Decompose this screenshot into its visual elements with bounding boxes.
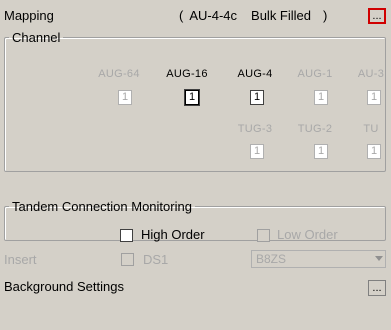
- aug64-spin[interactable]: 1: [118, 90, 132, 105]
- col-label-tug3: TUG-3: [237, 123, 273, 135]
- tug2-spin[interactable]: 1: [314, 144, 328, 159]
- insert-label: Insert: [4, 252, 37, 267]
- mapping-mode: Bulk Filled: [251, 8, 311, 23]
- col-label-tug2: TUG-2: [297, 123, 333, 135]
- aug4-spin[interactable]: 1: [250, 90, 264, 105]
- col-label-au3: AU-3: [357, 68, 385, 80]
- high-order-label: High Order: [141, 227, 205, 242]
- tandem-legend: Tandem Connection Monitoring: [12, 199, 192, 214]
- mapping-dots-button[interactable]: ...: [368, 8, 386, 24]
- chevron-down-icon: [375, 256, 383, 261]
- tug3-spin[interactable]: 1: [250, 144, 264, 159]
- ds1-label: DS1: [143, 252, 169, 267]
- col-label-tu: TU: [363, 123, 379, 135]
- col-label-aug16: AUG-16: [166, 68, 208, 80]
- background-settings-label: Background Settings: [4, 279, 124, 294]
- coding-select-value: B8ZS: [256, 252, 287, 266]
- col-label-aug4: AUG-4: [237, 68, 273, 80]
- col-label-aug1: AUG-1: [297, 68, 333, 80]
- high-order-checkbox[interactable]: [120, 229, 133, 242]
- aug1-spin[interactable]: 1: [314, 90, 328, 105]
- aug16-spin[interactable]: 1: [184, 89, 200, 106]
- tu-spin[interactable]: 1: [367, 144, 381, 159]
- mapping-close-paren: ): [323, 8, 328, 23]
- coding-select[interactable]: B8ZS: [251, 250, 386, 268]
- ds1-checkbox[interactable]: [121, 253, 134, 266]
- channel-legend: Channel: [12, 30, 61, 45]
- low-order-checkbox[interactable]: [257, 229, 270, 242]
- background-settings-button[interactable]: ...: [368, 280, 386, 296]
- mapping-value: AU-4-4c: [189, 8, 238, 23]
- mapping-info: ( AU-4-4c Bulk Filled): [179, 8, 333, 23]
- col-label-aug64: AUG-64: [98, 68, 140, 80]
- low-order-label: Low Order: [277, 227, 338, 242]
- au3-spin[interactable]: 1: [367, 90, 381, 105]
- mapping-label: Mapping: [4, 8, 54, 23]
- mapping-open-paren: (: [179, 8, 184, 23]
